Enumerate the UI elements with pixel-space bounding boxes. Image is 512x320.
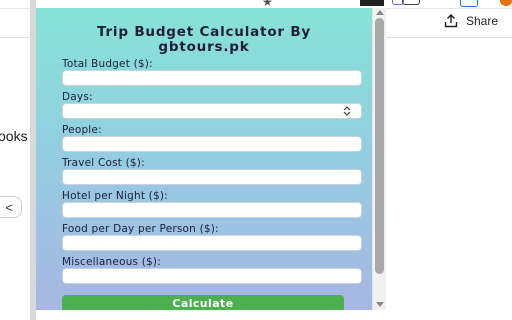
share-button[interactable]: Share [444, 14, 498, 28]
popup-title: Trip Budget Calculator By gbtours.pk [96, 24, 312, 55]
extension-icon[interactable] [402, 0, 420, 5]
share-label: Share [466, 14, 499, 28]
profile-avatar-icon[interactable] [500, 0, 512, 6]
hotel-per-night-label: Hotel per Night ($): [62, 190, 168, 202]
miscellaneous-label: Miscellaneous ($): [62, 256, 161, 268]
popup-scrollbar[interactable] [372, 8, 386, 310]
share-icon [444, 14, 458, 28]
hotel-per-night-input[interactable] [62, 202, 362, 218]
food-per-day-input[interactable] [62, 235, 362, 251]
people-label: People: [62, 124, 102, 136]
trip-budget-popup: Trip Budget Calculator By gbtours.pk Tot… [36, 8, 372, 310]
extension-icon-active[interactable] [360, 0, 384, 6]
miscellaneous-input[interactable] [62, 268, 362, 284]
people-input[interactable] [62, 136, 362, 152]
number-spinner-icon[interactable] [343, 106, 351, 116]
travel-cost-label: Travel Cost ($): [62, 157, 145, 169]
background-back-button[interactable]: < [0, 196, 22, 218]
extension-icon-blue[interactable] [460, 0, 478, 7]
food-per-day-label: Food per Day per Person ($): [62, 223, 219, 235]
days-label: Days: [62, 91, 93, 103]
total-budget-input[interactable] [62, 70, 362, 86]
travel-cost-input[interactable] [62, 169, 362, 185]
background-page-text: ooks [0, 128, 28, 144]
scroll-thumb[interactable] [375, 18, 384, 274]
days-input[interactable] [62, 103, 362, 119]
calculate-button[interactable]: Calculate [62, 295, 344, 310]
scroll-down-arrow-icon[interactable] [376, 302, 384, 307]
scroll-up-arrow-icon[interactable] [376, 10, 384, 15]
total-budget-label: Total Budget ($): [62, 58, 153, 70]
